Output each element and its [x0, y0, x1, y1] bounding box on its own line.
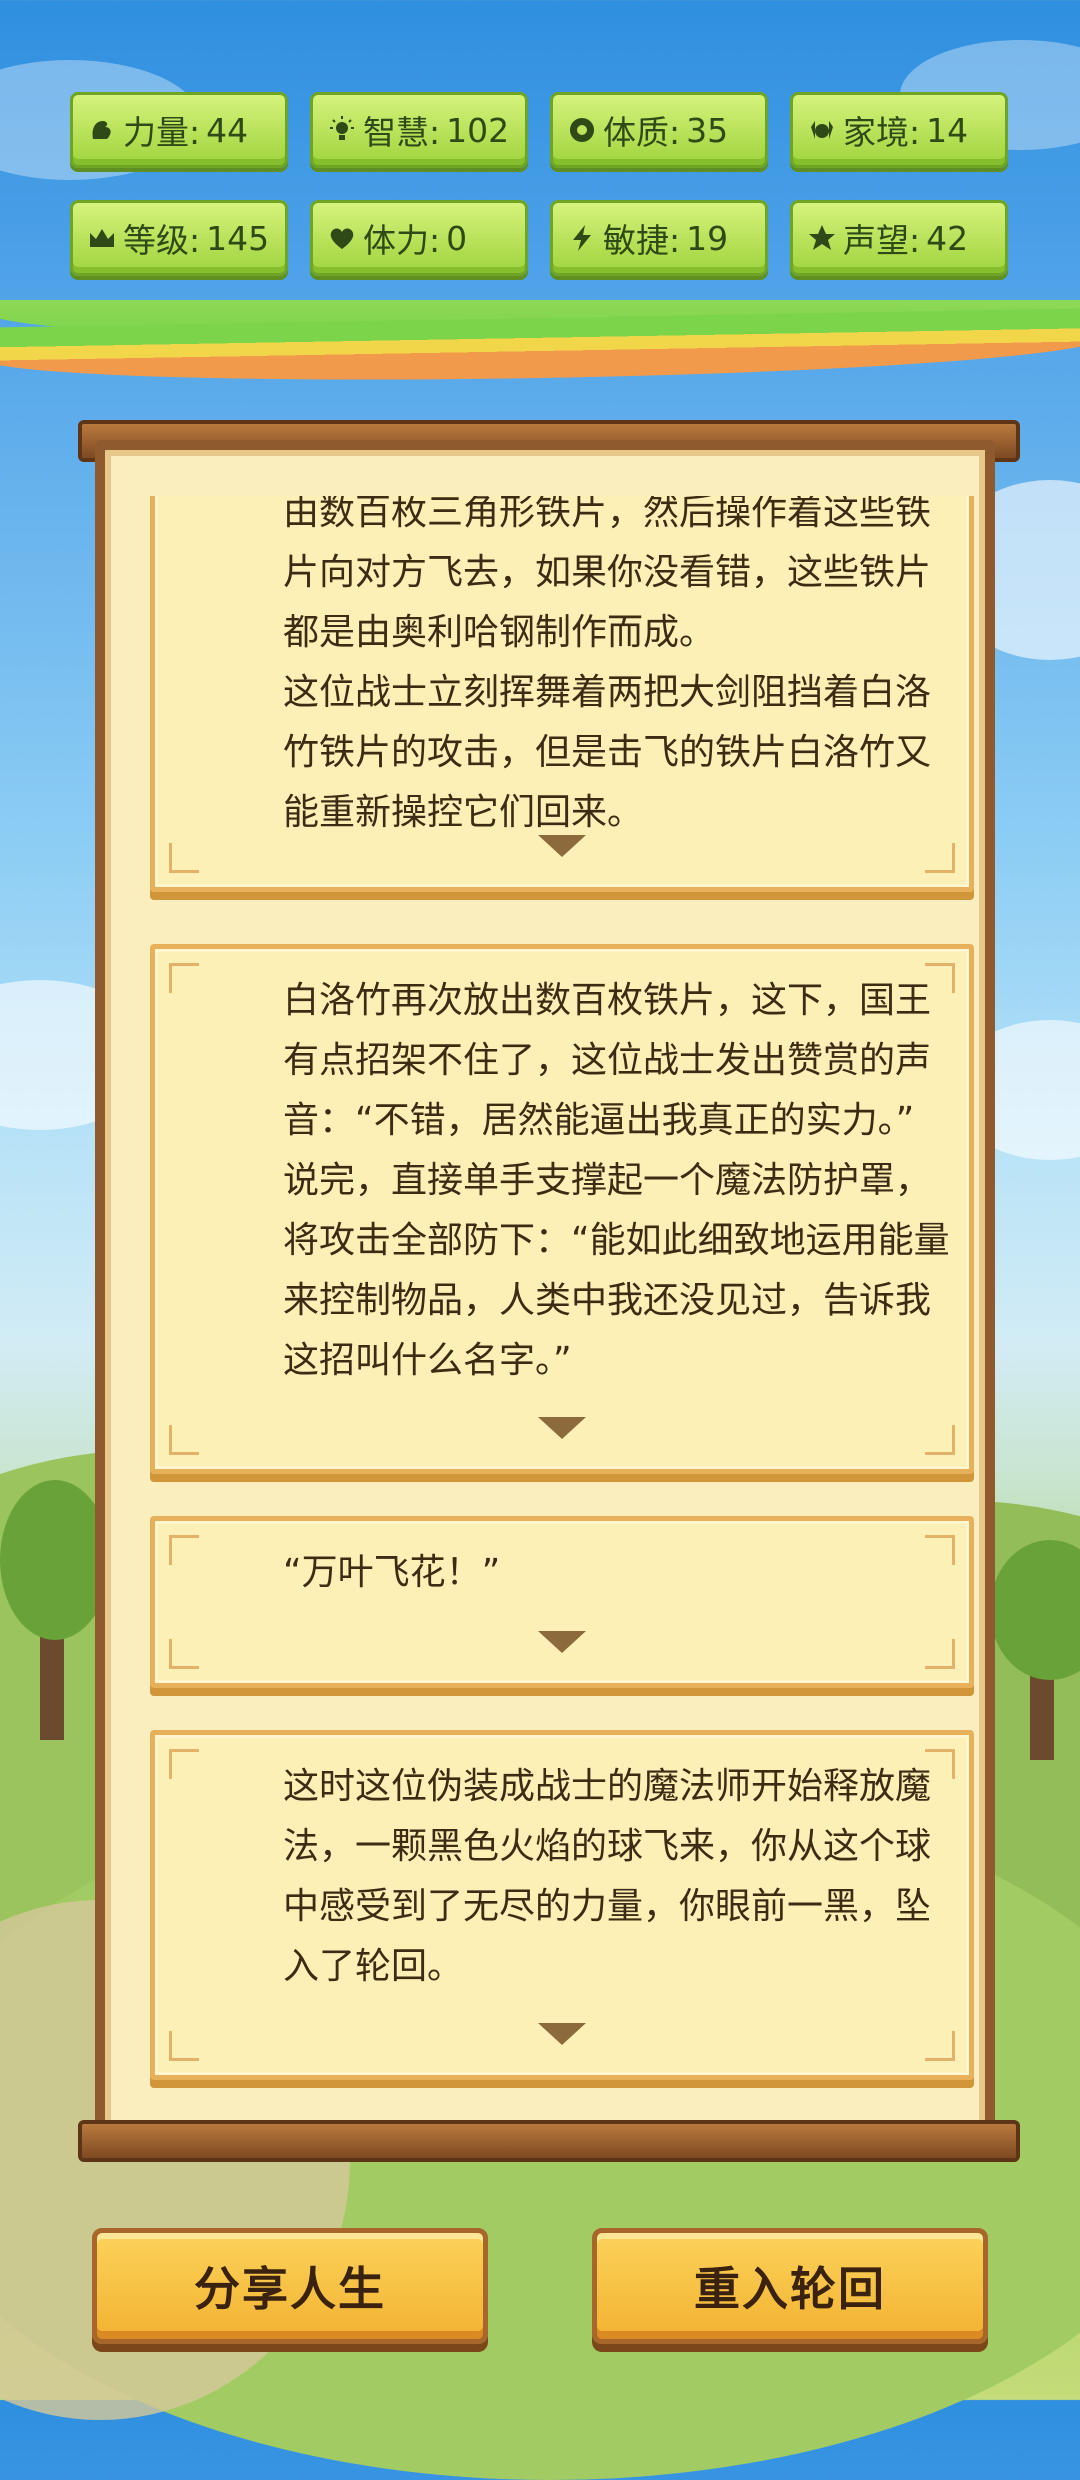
lightning-icon — [567, 223, 597, 253]
corner-ornament — [925, 1425, 955, 1455]
crown-icon — [87, 223, 117, 253]
expand-arrow-icon[interactable] — [538, 835, 586, 857]
stat-label: 力量: — [123, 113, 201, 152]
expand-arrow-icon[interactable] — [538, 1631, 586, 1653]
corner-ornament — [169, 1425, 199, 1455]
stat-value: 14 — [926, 110, 969, 150]
strength-icon — [87, 115, 117, 145]
stat-label: 家境: — [843, 113, 921, 152]
wisdom-icon — [327, 115, 357, 145]
stat-value: 35 — [686, 110, 729, 150]
heart-icon — [327, 223, 357, 253]
story-card[interactable]: 这时这位伪装成战士的魔法师开始释放魔 法，一颗黑色火焰的球飞来，你从这个球 中感… — [150, 1730, 974, 2080]
stat-label: 智慧: — [363, 113, 441, 152]
star-icon — [807, 223, 837, 253]
corner-ornament — [169, 2031, 199, 2061]
expand-arrow-icon[interactable] — [538, 1417, 586, 1439]
stat-value: 19 — [686, 218, 729, 258]
stat-value: 0 — [446, 218, 468, 258]
stat-value: 145 — [206, 218, 270, 258]
story-text: 这时这位伪装成战士的魔法师开始释放魔 法，一颗黑色火焰的球飞来，你从这个球 中感… — [283, 1766, 932, 1987]
stat-reputation: 声望: 42 — [790, 200, 1008, 276]
stat-agility: 敏捷: 19 — [550, 200, 768, 276]
stat-family: 家境: 14 — [790, 92, 1008, 168]
story-text: 白洛竹再次放出数百枚铁片，这下，国王 有点招架不住了，这位战士发出赞赏的声 音：… — [283, 980, 950, 1381]
stat-label: 声望: — [843, 221, 921, 260]
reincarnate-button[interactable]: 重入轮回 — [592, 2228, 988, 2344]
story-card[interactable]: 白洛竹再次放出数百枚铁片，这下，国王 有点招架不住了，这位战士发出赞赏的声 音：… — [150, 944, 974, 1474]
corner-ornament — [925, 2031, 955, 2061]
stat-level: 等级: 145 — [70, 200, 288, 276]
stat-value: 42 — [926, 218, 969, 258]
stat-wisdom: 智慧: 102 — [310, 92, 528, 168]
stat-label: 敏捷: — [603, 221, 681, 260]
stat-stamina: 体力: 0 — [310, 200, 528, 276]
stat-label: 体力: — [363, 221, 441, 260]
stat-strength: 力量: 44 — [70, 92, 288, 168]
story-card[interactable]: 由数百枚三角形铁片，然后操作着这些铁 片向对方飞去，如果你没看错，这些铁片 都是… — [150, 496, 974, 892]
story-text: 由数百枚三角形铁片，然后操作着这些铁 片向对方飞去，如果你没看错，这些铁片 都是… — [283, 496, 932, 833]
story-card[interactable]: “万叶飞花！” — [150, 1516, 974, 1688]
scroll-bottom-rod — [78, 2120, 1020, 2162]
constitution-icon — [567, 115, 597, 145]
corner-ornament — [169, 963, 199, 993]
corner-ornament — [925, 843, 955, 873]
stat-label: 体质: — [603, 113, 681, 152]
corner-ornament — [169, 1749, 199, 1779]
story-text: “万叶飞花！” — [283, 1552, 501, 1593]
share-life-button[interactable]: 分享人生 — [92, 2228, 488, 2344]
stat-value: 44 — [206, 110, 249, 150]
family-icon — [807, 115, 837, 145]
stat-constitution: 体质: 35 — [550, 92, 768, 168]
corner-ornament — [169, 1535, 199, 1565]
stat-value: 102 — [446, 110, 510, 150]
corner-ornament — [169, 1639, 199, 1669]
expand-arrow-icon[interactable] — [538, 2023, 586, 2045]
stat-label: 等级: — [123, 221, 201, 260]
corner-ornament — [925, 1639, 955, 1669]
corner-ornament — [169, 843, 199, 873]
story-list[interactable]: 由数百枚三角形铁片，然后操作着这些铁 片向对方飞去，如果你没看错，这些铁片 都是… — [150, 496, 976, 2110]
